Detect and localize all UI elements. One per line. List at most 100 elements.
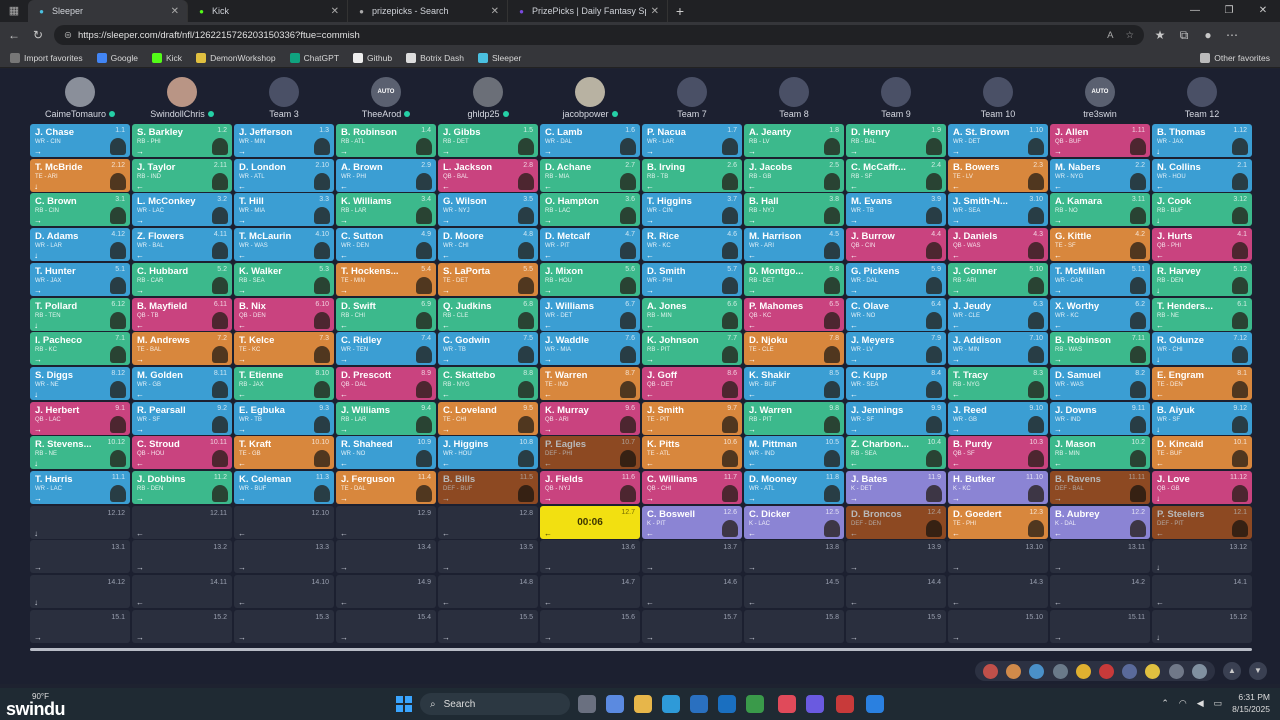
bookmark-item[interactable]: Botrix Dash [406, 52, 464, 63]
drafted-player-card[interactable]: J. Jacobs 2.5 RB - GB ← [744, 158, 844, 192]
empty-pick-slot[interactable]: 15.6 → [540, 609, 640, 643]
collections-icon[interactable]: ⧉ [1176, 28, 1192, 43]
drafted-player-card[interactable]: M. Golden 8.11 WR - GB ← [132, 366, 232, 400]
window-menu-icon[interactable]: ▦ [0, 0, 28, 22]
drafted-player-card[interactable]: J. Waddle 7.6 WR - MIA → [540, 332, 640, 366]
close-tab-icon[interactable]: ✕ [651, 6, 659, 17]
empty-pick-slot[interactable]: 13.3 → [234, 540, 334, 574]
empty-pick-slot[interactable]: 13.8 → [744, 540, 844, 574]
drafted-player-card[interactable]: E. Engram 8.1 TE - DEN ← [1152, 366, 1252, 400]
empty-pick-slot[interactable]: 15.8 → [744, 609, 844, 643]
drafted-player-card[interactable]: T. Warren 8.7 TE - IND ← [540, 366, 640, 400]
empty-pick-slot[interactable]: 12.8 ← [438, 505, 538, 539]
taskbar-search[interactable]: ⌕ Search [420, 693, 570, 715]
drafted-player-card[interactable]: D. Achane 2.7 RB - MIA ← [540, 158, 640, 192]
drafted-player-card[interactable]: K. Coleman 11.3 WR - BUF → [234, 471, 334, 504]
empty-pick-slot[interactable]: 15.3 → [234, 609, 334, 643]
close-window-icon[interactable]: ✕ [1246, 0, 1280, 22]
empty-pick-slot[interactable]: 13.7 → [642, 540, 742, 574]
drafted-player-card[interactable]: T. McMillan 5.11 WR - CAR → [1050, 262, 1150, 296]
drafted-player-card[interactable]: J. Williams 9.4 RB - LAR → [336, 401, 436, 435]
empty-pick-slot[interactable]: 15.5 → [438, 609, 538, 643]
drafted-player-card[interactable]: C. Williams 11.7 QB - CHI → [642, 471, 742, 504]
team-header[interactable]: Team 7 [642, 75, 742, 119]
empty-pick-slot[interactable]: 14.8 ← [438, 575, 538, 609]
drafted-player-card[interactable]: X. Worthy 6.2 WR - KC ← [1050, 297, 1150, 331]
bookmark-item[interactable]: DemonWorkshop [196, 52, 276, 63]
drafted-player-card[interactable]: D. Mooney 11.8 WR - ATL → [744, 471, 844, 504]
drafted-player-card[interactable]: J. Daniels 4.3 QB - WAS ← [948, 228, 1048, 262]
empty-pick-slot[interactable]: 14.10 ← [234, 575, 334, 609]
task-view-icon[interactable] [578, 695, 596, 713]
drafted-player-card[interactable]: C. Sutton 4.9 WR - DEN ← [336, 228, 436, 262]
drafted-player-card[interactable]: C. McCaffr... 2.4 RB - SF ← [846, 158, 946, 192]
reaction-icon[interactable] [1191, 663, 1207, 679]
drafted-player-card[interactable]: H. Butker 11.10 K - KC → [948, 471, 1048, 504]
team-header[interactable]: Team 9 [846, 75, 946, 119]
scroll-down-icon[interactable]: ▼ [1249, 662, 1267, 680]
empty-pick-slot[interactable]: 15.4 → [336, 609, 436, 643]
drafted-player-card[interactable]: C. Godwin 7.5 WR - TB → [438, 332, 538, 366]
drafted-player-card[interactable]: J. Gibbs 1.5 RB - DET → [438, 124, 538, 157]
drafted-player-card[interactable]: R. Pearsall 9.2 WR - SF → [132, 401, 232, 435]
drafted-player-card[interactable]: P. Mahomes 6.5 QB - KC ← [744, 297, 844, 331]
drafted-player-card[interactable]: B. Bowers 2.3 TE - LV ← [948, 158, 1048, 192]
drafted-player-card[interactable]: K. Murray 9.6 QB - ARI → [540, 401, 640, 435]
team-header[interactable]: ghldp25 [438, 75, 538, 119]
outlook-icon[interactable] [718, 695, 736, 713]
empty-pick-slot[interactable]: 14.5 ← [744, 575, 844, 609]
drafted-player-card[interactable]: D. Njoku 7.8 TE - CLE → [744, 332, 844, 366]
store-icon[interactable] [690, 695, 708, 713]
drafted-player-card[interactable]: R. Shaheed 10.9 WR - NO ← [336, 436, 436, 470]
tab-1[interactable]: ● Kick ✕ [188, 0, 348, 22]
drafted-player-card[interactable]: M. Nabers 2.2 WR - NYG ← [1050, 158, 1150, 192]
network-icon[interactable]: ◠ [1179, 698, 1187, 709]
drafted-player-card[interactable]: D. Adams 4.12 WR - LAR ↓ [30, 228, 130, 262]
drafted-player-card[interactable]: J. Goff 8.6 QB - DET ← [642, 366, 742, 400]
drafted-player-card[interactable]: G. Kittle 4.2 TE - SF ← [1050, 228, 1150, 262]
empty-pick-slot[interactable]: 13.5 → [438, 540, 538, 574]
tab-3[interactable]: ● PrizePicks | Daily Fantasy Sports ✕ [508, 0, 668, 22]
drafted-player-card[interactable]: J. Cook 3.12 RB - BUF ↓ [1152, 193, 1252, 227]
team-header[interactable]: AUTO tre3swin [1050, 75, 1150, 119]
copilot-icon[interactable] [606, 695, 624, 713]
drafted-player-card[interactable]: B. Robinson 1.4 RB - ATL → [336, 124, 436, 157]
empty-pick-slot[interactable]: 13.12 ↓ [1152, 540, 1252, 574]
drafted-player-card[interactable]: J. Hurts 4.1 QB - PHI ← [1152, 228, 1252, 262]
drafted-player-card[interactable]: D. London 2.10 WR - ATL ← [234, 158, 334, 192]
drafted-player-card[interactable]: B. Bills 11.5 DEF - BUF → [438, 471, 538, 504]
empty-pick-slot[interactable]: 13.6 → [540, 540, 640, 574]
reaction-icon[interactable] [1168, 663, 1184, 679]
reaction-icon[interactable] [1145, 663, 1161, 679]
drafted-player-card[interactable]: C. Skattebo 8.8 RB - NYG ← [438, 366, 538, 400]
drafted-player-card[interactable]: D. Kincaid 10.1 TE - BUF ← [1152, 436, 1252, 470]
drafted-player-card[interactable]: J. Love 11.12 QB - GB ↓ [1152, 471, 1252, 504]
empty-pick-slot[interactable]: 15.7 → [642, 609, 742, 643]
empty-pick-slot[interactable]: 12.11 ← [132, 505, 232, 539]
drafted-player-card[interactable]: B. Thomas 1.12 WR - JAX ↓ [1152, 124, 1252, 157]
drafted-player-card[interactable]: C. Boswell 12.6 K - PIT ← [642, 505, 742, 539]
drafted-player-card[interactable]: D. Prescott 8.9 QB - DAL ← [336, 366, 436, 400]
empty-pick-slot[interactable]: 12.10 ← [234, 505, 334, 539]
empty-pick-slot[interactable]: 13.11 → [1050, 540, 1150, 574]
team-header[interactable]: CaimeTomauro [30, 75, 130, 119]
drafted-player-card[interactable]: M. Harrison 4.5 WR - ARI ← [744, 228, 844, 262]
battery-icon[interactable]: ▭ [1214, 698, 1223, 709]
on-the-clock-slot[interactable]: 12.7 00:06 ← [540, 505, 640, 539]
drafted-player-card[interactable]: C. Kupp 8.4 WR - SEA ← [846, 366, 946, 400]
empty-pick-slot[interactable]: 12.12 ↓ [30, 505, 130, 539]
drafted-player-card[interactable]: P. Eagles 10.7 DEF - PHI ← [540, 436, 640, 470]
team-header[interactable]: Team 10 [948, 75, 1048, 119]
drafted-player-card[interactable]: J. Taylor 2.11 RB - IND ← [132, 158, 232, 192]
drafted-player-card[interactable]: J. Burrow 4.4 QB - CIN ← [846, 228, 946, 262]
team-header[interactable]: AUTO TheeArod [336, 75, 436, 119]
favorites-icon[interactable]: ★ [1152, 28, 1168, 42]
empty-pick-slot[interactable]: 15.1 → [30, 609, 130, 643]
drafted-player-card[interactable]: R. Rice 4.6 WR - KC ← [642, 228, 742, 262]
address-bar[interactable]: ⊜ https://sleeper.com/draft/nfl/12622157… [54, 25, 1144, 45]
drafted-player-card[interactable]: T. Tracy 8.3 RB - NYG ← [948, 366, 1048, 400]
drafted-player-card[interactable]: L. McConkey 3.2 WR - LAC → [132, 193, 232, 227]
drafted-player-card[interactable]: T. McLaurin 4.10 WR - WAS ← [234, 228, 334, 262]
music-icon[interactable] [778, 695, 796, 713]
drafted-player-card[interactable]: A. Brown 2.9 WR - PHI ← [336, 158, 436, 192]
